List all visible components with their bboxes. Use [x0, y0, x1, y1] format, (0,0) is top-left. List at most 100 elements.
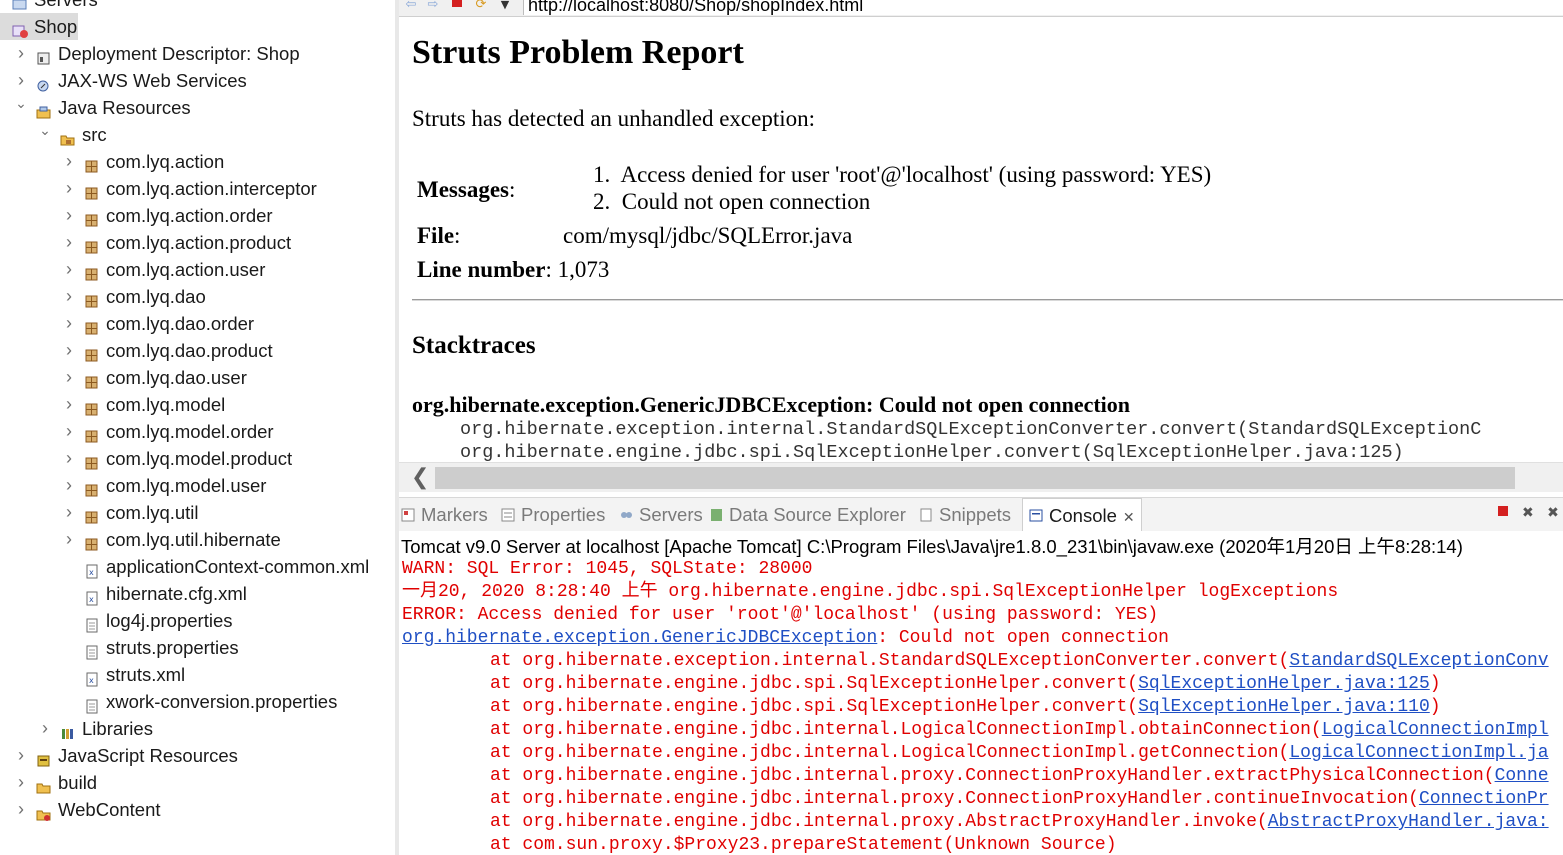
line-number-value: 1,073	[557, 257, 610, 282]
chevron-right-icon[interactable]: ›	[62, 256, 76, 283]
chevron-right-icon[interactable]: ›	[62, 148, 76, 175]
file-label: File:	[417, 223, 461, 248]
chevron-right-icon[interactable]: ›	[14, 40, 28, 67]
tab-data-source-explorer[interactable]: Data Source Explorer	[709, 498, 906, 532]
tree-item-label: JAX-WS Web Services	[58, 70, 247, 91]
chevron-down-icon[interactable]: ⌄	[38, 117, 52, 144]
console-line: at org.hibernate.engine.jdbc.spi.SqlExce…	[402, 696, 1441, 719]
console-link[interactable]: AbstractProxyHandler.java:	[1268, 812, 1549, 832]
chevron-right-icon[interactable]: ›	[62, 445, 76, 472]
console-line: at org.hibernate.engine.jdbc.internal.pr…	[402, 788, 1549, 811]
properties-file-icon	[84, 613, 99, 633]
console-text: WARN: SQL Error: 1045, SQLState: 28000	[402, 559, 813, 579]
package-icon	[84, 505, 99, 524]
chevron-right-icon[interactable]: ›	[62, 310, 76, 337]
tab-label: Servers	[639, 504, 703, 525]
project-explorer: Servers Shop › Deployment Descriptor: Sho…	[0, 0, 395, 855]
console-icon	[1029, 500, 1044, 522]
console-link[interactable]: StandardSQLExceptionConv	[1289, 651, 1548, 671]
chevron-right-icon[interactable]: ›	[14, 796, 28, 823]
tree-item-label: com.lyq.action	[106, 151, 225, 172]
console-link[interactable]: LogicalConnectionImpl.ja	[1289, 743, 1548, 763]
tree-item-label: com.lyq.action.user	[106, 259, 266, 280]
console-link[interactable]: Conne	[1495, 766, 1549, 786]
remove-all-icon[interactable]: ✖	[1543, 505, 1563, 521]
tree-item-label: Java Resources	[58, 97, 191, 118]
package-icon	[84, 154, 99, 173]
tab-snippets[interactable]: Snippets	[919, 498, 1011, 532]
console-view[interactable]: Tomcat v9.0 Server at localhost [Apache …	[399, 531, 1563, 855]
exception-title: org.hibernate.exception.GenericJDBCExcep…	[412, 392, 1131, 417]
chevron-right-icon[interactable]: ›	[14, 742, 28, 769]
horizontal-scrollbar[interactable]: ❮	[399, 462, 1563, 492]
tree-item-label: build	[58, 772, 98, 793]
chevron-right-icon[interactable]: ›	[62, 472, 76, 499]
chevron-right-icon[interactable]: ›	[62, 283, 76, 310]
divider	[412, 299, 1563, 301]
stacktraces-heading: Stacktraces	[412, 332, 536, 359]
tab-console[interactable]: Console ✕	[1022, 498, 1142, 533]
tree-item-label: com.lyq.action.order	[106, 205, 273, 226]
chevron-right-icon[interactable]: ›	[62, 229, 76, 256]
tree-item-label: struts.properties	[106, 637, 239, 658]
chevron-right-icon[interactable]: ›	[62, 175, 76, 202]
chevron-right-icon[interactable]: ›	[62, 526, 76, 553]
stop-icon[interactable]	[449, 0, 465, 13]
console-line: at org.hibernate.engine.jdbc.internal.Lo…	[402, 719, 1549, 742]
chevron-right-icon[interactable]: ›	[62, 202, 76, 229]
tab-label: Console	[1049, 505, 1117, 526]
servers-folder-icon	[12, 0, 27, 10]
chevron-right-icon[interactable]: ›	[62, 499, 76, 526]
console-link[interactable]: ConnectionPr	[1419, 789, 1549, 809]
tree-item-label: com.lyq.dao.product	[106, 340, 273, 361]
xml-file-icon: x	[84, 667, 99, 687]
package-icon	[84, 343, 99, 362]
tree-item-label: Servers	[34, 0, 98, 13]
chevron-right-icon[interactable]: ›	[62, 418, 76, 445]
console-text: at org.hibernate.engine.jdbc.internal.pr…	[490, 789, 1419, 809]
console-text: at org.hibernate.engine.jdbc.internal.pr…	[490, 812, 1268, 832]
snippets-icon	[919, 499, 934, 522]
console-link[interactable]: LogicalConnectionImpl	[1322, 720, 1549, 740]
close-icon[interactable]: ✕	[1123, 509, 1135, 525]
console-link[interactable]: SqlExceptionHelper.java:110	[1138, 697, 1430, 717]
console-text: at org.hibernate.engine.jdbc.internal.Lo…	[490, 743, 1290, 763]
chevron-down-icon[interactable]: ⌄	[14, 90, 28, 117]
console-line: at org.hibernate.engine.jdbc.internal.pr…	[402, 811, 1549, 834]
chevron-right-icon[interactable]: ›	[14, 769, 28, 796]
terminate-icon[interactable]	[1493, 505, 1513, 521]
console-text: at org.hibernate.exception.internal.Stan…	[490, 651, 1290, 671]
url-input[interactable]: http://localhost:8080/Shop/shopIndex.htm…	[523, 0, 1563, 15]
java-resources-icon	[36, 100, 51, 119]
tree-item-project-shop[interactable]: Shop	[0, 13, 78, 40]
tab-properties[interactable]: Properties	[501, 498, 605, 532]
scrollbar-thumb[interactable]	[435, 467, 1515, 489]
package-icon	[84, 262, 99, 281]
chevron-right-icon[interactable]: ›	[38, 715, 52, 742]
tab-markers[interactable]: Markers	[401, 498, 488, 532]
tree-item-label: com.lyq.model	[106, 394, 226, 415]
source-folder-icon	[60, 127, 75, 146]
forward-arrow-icon[interactable]: ⇨	[425, 0, 441, 13]
page-title: Struts Problem Report	[412, 34, 744, 71]
refresh-icon[interactable]: ⟳	[473, 0, 489, 13]
chevron-right-icon[interactable]: ›	[62, 337, 76, 364]
package-icon	[84, 424, 99, 443]
console-link[interactable]: org.hibernate.exception.GenericJDBCExcep…	[402, 628, 877, 648]
back-arrow-icon[interactable]: ⇦	[403, 0, 419, 13]
data-source-icon	[709, 499, 724, 521]
tab-servers[interactable]: Servers	[619, 498, 703, 532]
tree-item-label: JavaScript Resources	[58, 745, 238, 766]
chevron-down-icon[interactable]: ▼	[497, 0, 513, 13]
chevron-right-icon[interactable]: ›	[62, 391, 76, 418]
tree-item-label: com.lyq.dao.order	[106, 313, 255, 334]
tree-item-label: xwork-conversion.properties	[106, 691, 338, 712]
view-tab-bar: Markers Properties Servers Data Source Expl…	[399, 497, 1563, 533]
chevron-right-icon[interactable]: ›	[62, 364, 76, 391]
package-icon	[84, 370, 99, 389]
scroll-left-arrow-icon[interactable]: ❮	[411, 465, 429, 490]
console-text: ERROR: Access denied for user 'root'@'lo…	[402, 605, 1159, 625]
console-link[interactable]: SqlExceptionHelper.java:125	[1138, 674, 1430, 694]
web-project-icon	[12, 19, 28, 38]
remove-launch-icon[interactable]: ✖	[1518, 505, 1538, 521]
